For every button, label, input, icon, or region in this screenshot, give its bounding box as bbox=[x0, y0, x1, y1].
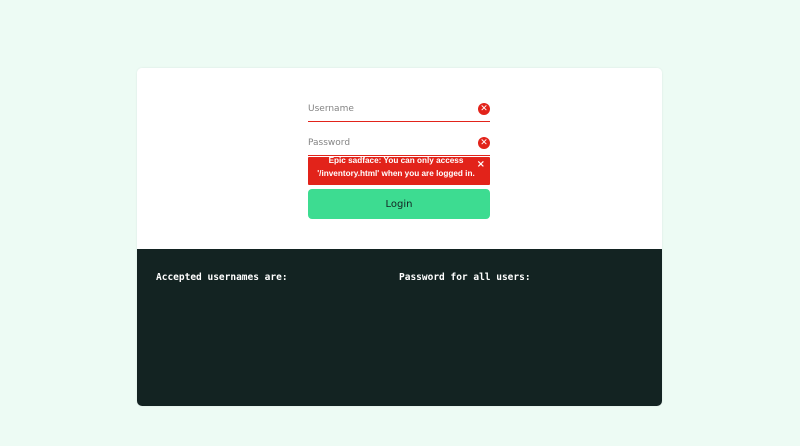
login-button[interactable]: Login bbox=[308, 189, 490, 219]
password-error-icon: ✕ bbox=[478, 137, 490, 149]
login-form: ✕ ✕ Epic sadface: You can only access '/… bbox=[137, 68, 662, 249]
password-heading: Password for all users: bbox=[399, 272, 531, 283]
close-error-icon[interactable]: × bbox=[477, 159, 485, 171]
error-message-banner: Epic sadface: You can only access '/inve… bbox=[308, 157, 490, 185]
username-field-wrapper: ✕ bbox=[308, 99, 490, 122]
username-error-icon: ✕ bbox=[478, 103, 490, 115]
username-input[interactable] bbox=[308, 99, 468, 119]
password-input[interactable] bbox=[308, 133, 468, 153]
accepted-usernames-heading: Accepted usernames are: bbox=[156, 272, 288, 283]
credentials-panel: Accepted usernames are: Password for all… bbox=[137, 249, 662, 406]
password-field-wrapper: ✕ bbox=[308, 133, 490, 156]
login-card: ✕ ✕ Epic sadface: You can only access '/… bbox=[137, 68, 662, 406]
error-message-text: Epic sadface: You can only access '/inve… bbox=[317, 157, 475, 178]
